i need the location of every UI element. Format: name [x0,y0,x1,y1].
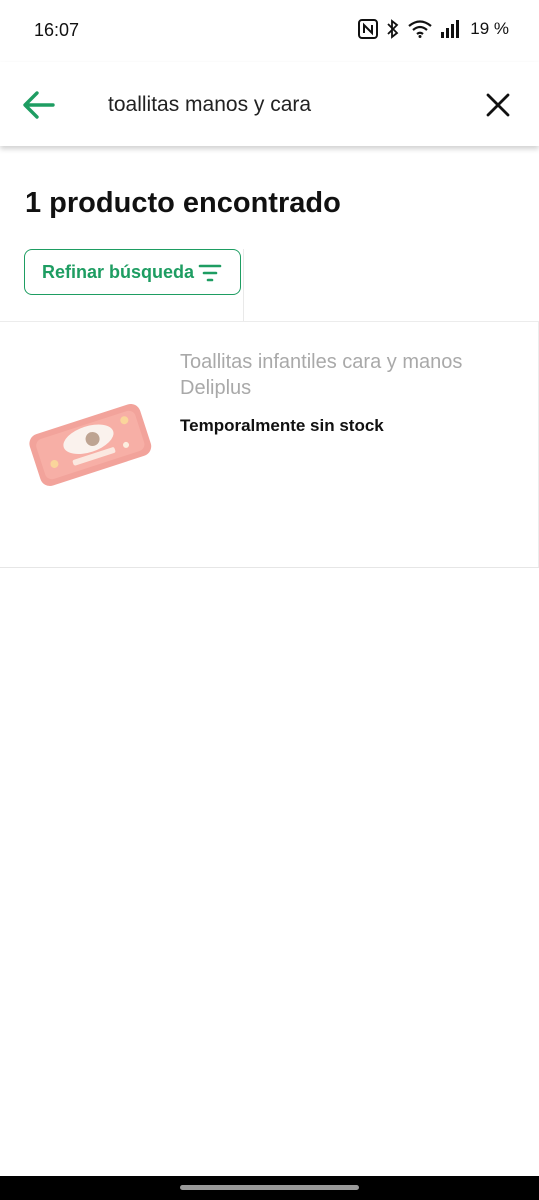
results-count-title: 1 producto encontrado [25,187,341,219]
home-indicator[interactable] [180,1185,359,1190]
filter-icon [198,264,222,282]
search-header [0,62,539,146]
stock-status: Temporalmente sin stock [180,416,384,435]
status-time: 16:07 [34,20,80,40]
nfc-icon [358,19,379,39]
battery-level: 19 % [470,19,509,38]
bluetooth-icon [387,19,399,39]
refine-section: Refinar búsqueda [24,249,244,322]
product-name: Toallitas infantiles cara y manos Delipl… [180,351,463,399]
signal-icon [441,20,460,38]
close-icon [486,93,510,117]
wifi-icon [408,20,432,38]
refine-search-label: Refinar búsqueda [42,261,195,282]
product-image [29,403,152,486]
back-button[interactable] [20,86,58,124]
search-input[interactable] [108,86,438,124]
product-card[interactable]: Toallitas infantiles cara y manos Delipl… [0,321,539,568]
arrow-left-icon [23,91,55,119]
clear-search-button[interactable] [482,89,514,121]
system-nav-bar [0,1176,539,1200]
status-bar: 16:07 19 % [0,0,539,62]
refine-search-button[interactable]: Refinar búsqueda [24,249,241,295]
status-icons: 19 % [358,19,509,39]
